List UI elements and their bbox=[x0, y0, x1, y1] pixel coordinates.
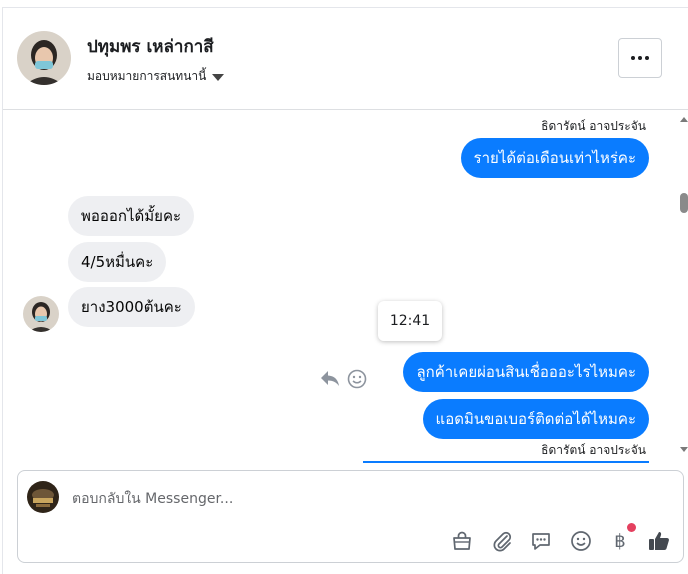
sender-label: ธิดารัตน์ อาจประจัน bbox=[541, 443, 646, 457]
dot-icon bbox=[645, 56, 649, 60]
scroll-up-arrow-icon[interactable] bbox=[680, 117, 688, 122]
chevron-down-icon bbox=[212, 73, 225, 81]
dot-icon bbox=[631, 56, 635, 60]
message-bubble-outgoing[interactable]: แอดมินขอเบอร์ติดต่อได้ไหมคะ bbox=[422, 399, 649, 439]
message-bubble-incoming[interactable]: พอออกได้มั้ยคะ bbox=[68, 196, 195, 236]
contact-avatar[interactable] bbox=[17, 31, 71, 85]
message-bubble-incoming[interactable]: ยาง3000ต้นคะ bbox=[68, 287, 195, 327]
contact-avatar-small bbox=[23, 296, 59, 332]
assign-conversation-dropdown[interactable]: มอบหมายการสนทนานี้ bbox=[87, 67, 225, 86]
reply-input[interactable] bbox=[72, 488, 652, 510]
message-bubble-outgoing[interactable]: ลูกค้าเคยผ่อนสินเชื่อออะไรไหมคะ bbox=[403, 352, 649, 392]
page-avatar bbox=[27, 481, 59, 513]
message-composer: ฿ bbox=[17, 470, 684, 563]
more-options-button[interactable] bbox=[618, 38, 662, 78]
payment-baht-icon[interactable]: ฿ bbox=[608, 529, 632, 553]
timestamp-tooltip: 12:41 bbox=[378, 301, 442, 341]
message-bubble-outgoing[interactable]: รายได้ต่อเดือนเท่าไหร่คะ bbox=[460, 138, 649, 178]
contact-name[interactable]: ปทุมพร เหล่ากาสี bbox=[87, 33, 214, 60]
scroll-down-arrow-icon[interactable] bbox=[680, 447, 688, 452]
dot-icon bbox=[638, 56, 642, 60]
paperclip-icon[interactable] bbox=[490, 529, 514, 553]
assign-label: มอบหมายการสนทนานี้ bbox=[87, 69, 207, 83]
like-thumbs-up-icon[interactable] bbox=[647, 529, 671, 553]
scroll-thumb[interactable] bbox=[680, 193, 688, 213]
message-thread[interactable]: ธิดารัตน์ อาจประจัน รายได้ต่อเดือนเท่าไห… bbox=[3, 111, 688, 463]
saved-reply-icon[interactable] bbox=[529, 529, 553, 553]
sender-label: ธิดารัตน์ อาจประจัน bbox=[541, 119, 646, 133]
conversation-header: ปทุมพร เหล่ากาสี มอบหมายการสนทนานี้ bbox=[3, 8, 688, 110]
message-bubble-outgoing-partial bbox=[363, 461, 649, 463]
message-bubble-incoming[interactable]: 4/5หมื่นคะ bbox=[68, 242, 167, 282]
reply-icon[interactable] bbox=[319, 369, 341, 387]
conversation-panel: ปทุมพร เหล่ากาสี มอบหมายการสนทนานี้ ธิดา… bbox=[2, 7, 688, 574]
emoji-icon[interactable] bbox=[569, 529, 593, 553]
shopping-bag-icon[interactable] bbox=[450, 529, 474, 553]
thread-scrollbar[interactable] bbox=[678, 111, 688, 463]
emoji-react-icon[interactable] bbox=[347, 369, 367, 389]
notification-dot bbox=[627, 523, 636, 532]
